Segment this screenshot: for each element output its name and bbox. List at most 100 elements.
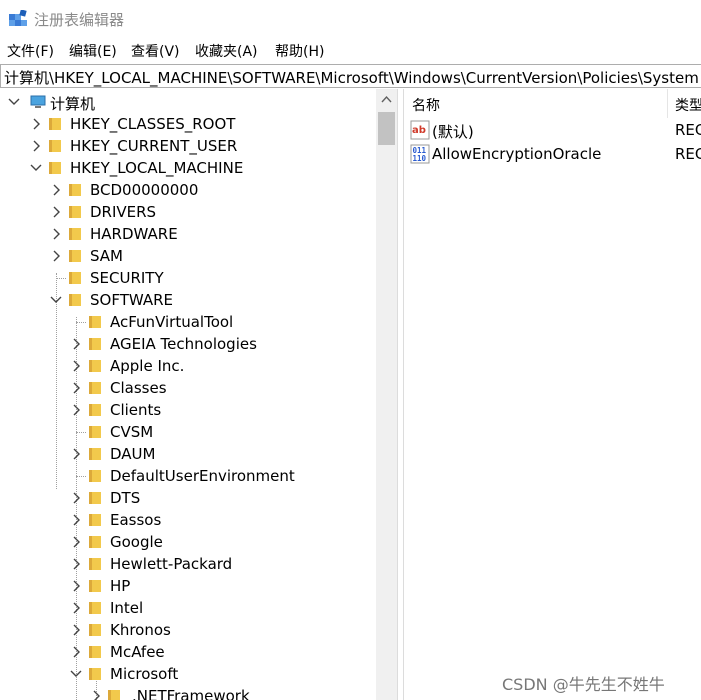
column-type-header[interactable]: 类型 <box>675 95 701 115</box>
tree-node[interactable]: AcFunVirtualTool <box>0 311 378 333</box>
chevron-right-icon[interactable] <box>70 579 82 593</box>
chevron-right-icon[interactable] <box>50 183 62 197</box>
tree-node[interactable]: SECURITY <box>0 267 378 289</box>
chevron-down-icon[interactable] <box>70 667 82 681</box>
chevron-down-icon[interactable] <box>30 161 42 175</box>
chevron-right-icon[interactable] <box>70 535 82 549</box>
folder-icon <box>89 624 101 636</box>
folder-icon <box>89 448 101 460</box>
tree-node[interactable]: HP <box>0 575 378 597</box>
folder-icon <box>69 294 81 306</box>
address-bar[interactable]: 计算机\HKEY_LOCAL_MACHINE\SOFTWARE\Microsof… <box>0 64 701 88</box>
chevron-right-icon[interactable] <box>70 403 82 417</box>
chevron-right-icon[interactable] <box>30 139 42 153</box>
tree-node[interactable]: Intel <box>0 597 378 619</box>
tree-node[interactable]: Microsoft <box>0 663 378 685</box>
tree-connector <box>76 322 86 323</box>
tree-node-label: Classes <box>110 379 167 397</box>
tree-node-label: SAM <box>90 247 124 265</box>
value-type: REG <box>675 121 701 139</box>
list-item[interactable]: 011 110 AllowEncryptionOracle REG <box>405 142 701 166</box>
tree-node-label: BCD00000000 <box>90 181 199 199</box>
tree-node[interactable]: HKEY_LOCAL_MACHINE <box>0 157 378 179</box>
chevron-right-icon[interactable] <box>70 557 82 571</box>
tree-node[interactable]: DRIVERS <box>0 201 378 223</box>
tree-node-label: DAUM <box>110 445 156 463</box>
tree-root[interactable]: 计算机 <box>0 91 378 113</box>
chevron-right-icon[interactable] <box>70 359 82 373</box>
tree-node[interactable]: DAUM <box>0 443 378 465</box>
tree-node[interactable]: Google <box>0 531 378 553</box>
folder-icon <box>108 690 120 700</box>
svg-text:ab: ab <box>412 125 426 136</box>
tree-node[interactable]: SOFTWARE <box>0 289 378 311</box>
chevron-right-icon[interactable] <box>50 205 62 219</box>
menu-view[interactable]: 查看(V) <box>131 41 180 61</box>
tree-node[interactable]: DefaultUserEnvironment <box>0 465 378 487</box>
tree-node[interactable]: AGEIA Technologies <box>0 333 378 355</box>
chevron-right-icon[interactable] <box>70 513 82 527</box>
computer-icon <box>30 95 46 108</box>
tree-node-label: Microsoft <box>110 665 179 683</box>
tree-node[interactable]: Clients <box>0 399 378 421</box>
folder-icon <box>49 140 61 152</box>
scroll-thumb[interactable] <box>378 112 395 145</box>
tree-node-label: SOFTWARE <box>90 291 174 309</box>
tree-node[interactable]: McAfee <box>0 641 378 663</box>
pane-splitter[interactable] <box>397 89 404 700</box>
tree-node[interactable]: Classes <box>0 377 378 399</box>
chevron-right-icon[interactable] <box>70 645 82 659</box>
tree-node[interactable]: Apple Inc. <box>0 355 378 377</box>
tree-node-label: Google <box>110 533 163 551</box>
chevron-right-icon[interactable] <box>70 623 82 637</box>
tree-scrollbar[interactable] <box>376 89 397 700</box>
tree-node-label: AcFunVirtualTool <box>110 313 234 331</box>
folder-icon <box>89 382 101 394</box>
menu-help[interactable]: 帮助(H) <box>275 41 324 61</box>
menu-file[interactable]: 文件(F) <box>7 41 54 61</box>
tree-node-label: HP <box>110 577 131 595</box>
tree-node[interactable]: Eassos <box>0 509 378 531</box>
folder-icon <box>89 580 101 592</box>
chevron-right-icon[interactable] <box>50 227 62 241</box>
tree-node[interactable]: .NETFramework <box>0 685 378 700</box>
list-item[interactable]: ab (默认) REG <box>405 118 701 142</box>
chevron-right-icon[interactable] <box>70 447 82 461</box>
address-path: 计算机\HKEY_LOCAL_MACHINE\SOFTWARE\Microsof… <box>4 69 699 87</box>
chevron-right-icon[interactable] <box>70 381 82 395</box>
folder-icon <box>89 646 101 658</box>
chevron-down-icon[interactable] <box>8 95 20 109</box>
column-separator[interactable] <box>667 89 668 118</box>
folder-icon <box>89 338 101 350</box>
tree-node[interactable]: CVSM <box>0 421 378 443</box>
chevron-right-icon[interactable] <box>70 601 82 615</box>
tree-node-label: AGEIA Technologies <box>110 335 257 353</box>
chevron-right-icon[interactable] <box>50 249 62 263</box>
tree-node-label: Intel <box>110 599 144 617</box>
tree-node[interactable]: HARDWARE <box>0 223 378 245</box>
tree-node-label: HKEY_LOCAL_MACHINE <box>70 159 244 177</box>
string-value-icon: ab <box>410 120 430 140</box>
tree-node[interactable]: HKEY_CURRENT_USER <box>0 135 378 157</box>
tree-node[interactable]: Khronos <box>0 619 378 641</box>
chevron-down-icon[interactable] <box>50 293 62 307</box>
tree-node[interactable]: Hewlett-Packard <box>0 553 378 575</box>
chevron-right-icon[interactable] <box>90 689 102 700</box>
tree-node[interactable]: BCD00000000 <box>0 179 378 201</box>
chevron-right-icon[interactable] <box>30 117 42 131</box>
value-list: 名称 类型 ab (默认) REG 011 110 AllowEncryptio… <box>405 89 701 700</box>
column-name-header[interactable]: 名称 <box>412 95 440 115</box>
menu-bar: 文件(F) 编辑(E) 查看(V) 收藏夹(A) 帮助(H) <box>0 38 701 64</box>
value-name: AllowEncryptionOracle <box>432 145 602 163</box>
menu-favorites[interactable]: 收藏夹(A) <box>195 41 258 61</box>
folder-icon <box>89 470 101 482</box>
tree-node-label: Apple Inc. <box>110 357 185 375</box>
tree-node[interactable]: SAM <box>0 245 378 267</box>
tree-node[interactable]: DTS <box>0 487 378 509</box>
tree-node[interactable]: HKEY_CLASSES_ROOT <box>0 113 378 135</box>
tree-node-label: .NETFramework <box>132 687 250 700</box>
scroll-up-arrow-icon[interactable] <box>376 89 397 111</box>
chevron-right-icon[interactable] <box>70 491 82 505</box>
chevron-right-icon[interactable] <box>70 337 82 351</box>
menu-edit[interactable]: 编辑(E) <box>69 41 117 61</box>
